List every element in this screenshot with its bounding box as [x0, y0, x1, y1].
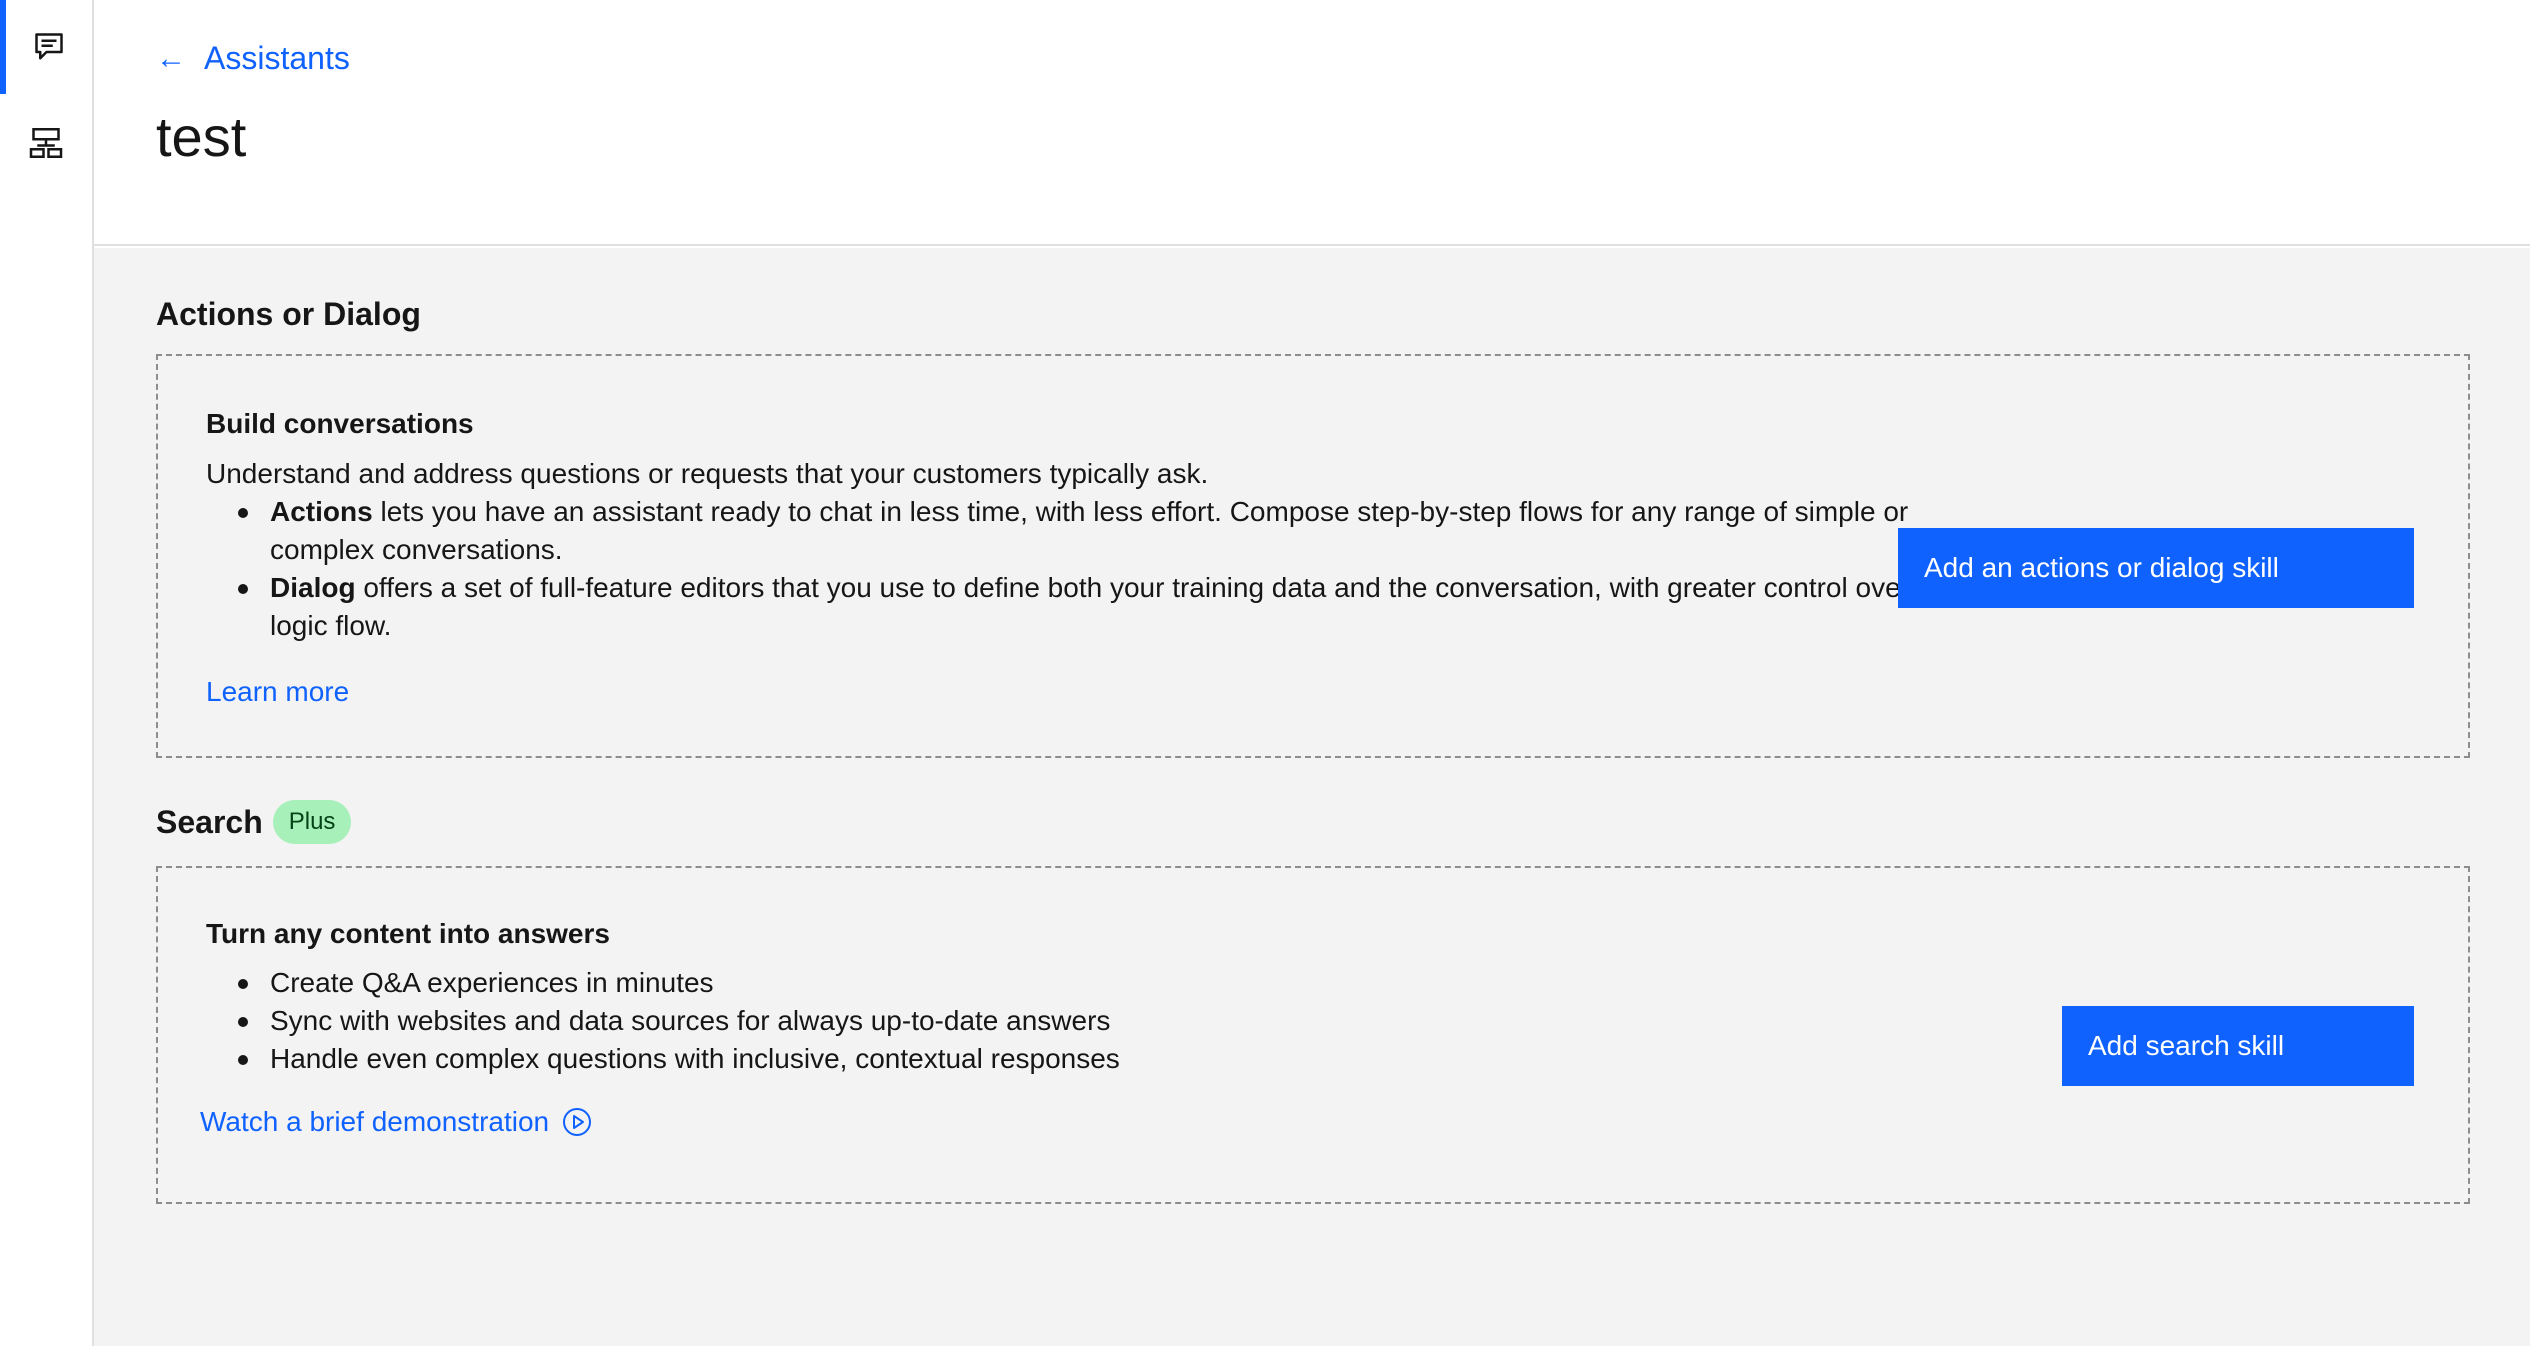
watch-demo-text: Watch a brief demonstration [200, 1106, 550, 1137]
watch-demo-link[interactable]: Watch a brief demonstration [200, 1106, 593, 1138]
add-actions-dialog-skill-button[interactable]: Add an actions or dialog skill [1898, 528, 2414, 608]
dialog-bullet-text: offers a set of full-feature editors tha… [270, 572, 1957, 641]
actions-heading-text: Actions or Dialog [156, 296, 421, 332]
actions-bullet-text: lets you have an assistant ready to chat… [270, 496, 1909, 565]
play-circle-icon [563, 1108, 592, 1136]
breadcrumb-assistants-link[interactable]: Assistants [204, 40, 350, 77]
side-rail [0, 0, 94, 1346]
actions-section-heading: Actions or Dialog [156, 296, 421, 333]
page-header: ← Assistants test [94, 0, 2530, 246]
search-card: Turn any content into answers Create Q&A… [156, 866, 2470, 1204]
actions-card-intro: Understand and address questions or requ… [206, 458, 1209, 489]
chat-icon [35, 33, 63, 60]
learn-more-link[interactable]: Learn more [206, 676, 349, 708]
list-item: Sync with websites and data sources for … [206, 1002, 1606, 1040]
actions-card-title: Build conversations [206, 408, 474, 439]
add-search-skill-button[interactable]: Add search skill [2062, 1006, 2414, 1086]
integrations-icon [29, 128, 63, 158]
list-item: Handle even complex questions with inclu… [206, 1040, 1606, 1078]
back-arrow-icon: ← [156, 41, 186, 75]
search-bullet-list: Create Q&A experiences in minutes Sync w… [206, 964, 1606, 1078]
actions-bullet-term: Actions [270, 496, 373, 527]
rail-item-assistant[interactable] [0, 0, 92, 94]
dialog-bullet-term: Dialog [270, 572, 356, 603]
list-item: Actions lets you have an assistant ready… [206, 493, 1976, 569]
rail-item-integrations[interactable] [0, 96, 92, 190]
main-content: Actions or Dialog Build conversations Un… [94, 248, 2530, 1346]
list-item: Create Q&A experiences in minutes [206, 964, 1606, 1002]
actions-bullet-list: Actions lets you have an assistant ready… [206, 493, 1976, 645]
breadcrumb[interactable]: ← Assistants [156, 40, 350, 77]
actions-card: Build conversations Understand and addre… [156, 354, 2470, 758]
page-title: test [156, 105, 247, 168]
search-heading-text: Search [156, 803, 263, 840]
search-section-heading: Search Plus [156, 800, 352, 844]
list-item: Dialog offers a set of full-feature edit… [206, 569, 1976, 645]
search-card-title: Turn any content into answers [206, 918, 610, 949]
plus-tag: Plus [272, 800, 352, 844]
